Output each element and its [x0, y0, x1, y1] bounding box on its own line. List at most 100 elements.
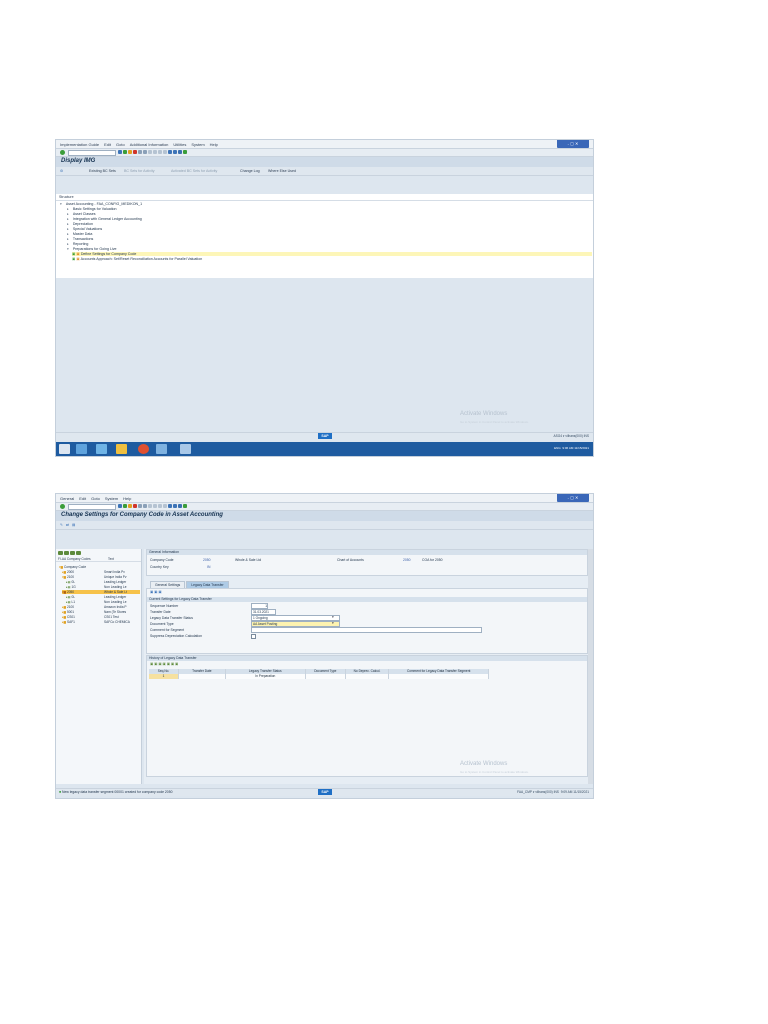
cancel-icon[interactable] — [133, 150, 137, 154]
nav-row[interactable]: ▸▦ L1 — [66, 600, 75, 604]
print-alv-icon[interactable]: ▣ — [163, 662, 166, 666]
prev-page-icon[interactable] — [153, 504, 157, 508]
details-entry-icon[interactable]: ▣ — [158, 590, 161, 594]
start-icon[interactable] — [59, 444, 70, 454]
tree-node[interactable]: ▣ ▣ Accounts Approach: Set/Reset Reconci… — [72, 257, 202, 261]
menu-item-implementation-guide[interactable]: Implementation Guide — [60, 142, 99, 147]
vertical-scrollbar[interactable] — [588, 549, 593, 784]
menu-item-edit[interactable]: Edit — [104, 142, 111, 147]
explorer-icon[interactable] — [116, 444, 127, 454]
details-icon[interactable]: ▤ — [72, 523, 75, 527]
tree-node[interactable]: ▸ Depreciation — [67, 222, 93, 226]
help-icon[interactable] — [178, 150, 182, 154]
nav-row[interactable]: ▸▦ 0L — [66, 580, 75, 584]
customize-icon[interactable] — [183, 504, 187, 508]
new-entry-icon[interactable]: ▣ — [150, 590, 153, 594]
window-controls[interactable]: - ▢ ✕ — [557, 494, 589, 502]
filter-icon[interactable]: ▣ — [154, 662, 157, 666]
print-icon[interactable] — [138, 150, 142, 154]
menu-item-help[interactable]: Help — [210, 142, 218, 147]
prev-page-icon[interactable] — [153, 150, 157, 154]
menu-item-goto[interactable]: Goto — [116, 142, 125, 147]
menu-item-goto[interactable]: Goto — [91, 496, 100, 501]
save-icon[interactable] — [118, 504, 122, 508]
execute-icon[interactable]: ▣ — [72, 252, 75, 256]
comment-segment-field[interactable] — [251, 627, 482, 633]
window-controls[interactable]: - ▢ ✕ — [557, 140, 589, 148]
help-icon[interactable] — [178, 504, 182, 508]
expand-icon[interactable] — [58, 551, 63, 555]
print-icon[interactable] — [138, 504, 142, 508]
sum-icon[interactable]: ▣ — [158, 662, 161, 666]
tree-node[interactable]: ▾ Preparations for Going Live — [67, 247, 117, 251]
nav-row-selected[interactable]: ▾▆ 2050 — [62, 590, 140, 594]
last-page-icon[interactable] — [163, 150, 167, 154]
last-page-icon[interactable] — [163, 504, 167, 508]
powershell-icon[interactable] — [96, 444, 107, 454]
nav-row[interactable]: ▾▆ 2100 — [62, 575, 74, 579]
tree-node[interactable]: ▸ Basic Settings for Valuation — [67, 207, 117, 211]
find-icon[interactable] — [143, 504, 147, 508]
edit-entry-icon[interactable]: ▣ — [154, 590, 157, 594]
next-page-icon[interactable] — [158, 150, 162, 154]
first-page-icon[interactable] — [148, 150, 152, 154]
tree-node[interactable]: ▸ Reporting — [67, 242, 88, 246]
find-icon[interactable] — [143, 150, 147, 154]
tree-node[interactable]: ▸ Integration with General Ledger Accoun… — [67, 217, 142, 221]
shortcut-icon[interactable] — [173, 504, 177, 508]
sap-logon-icon[interactable] — [156, 444, 167, 454]
tree-node[interactable]: ▸ Transactions — [67, 237, 93, 241]
find-nav-icon[interactable] — [70, 551, 75, 555]
menu-item-utilities[interactable]: Utilities — [173, 142, 186, 147]
display-change-icon[interactable]: ⇄ — [66, 523, 69, 527]
details-alv-icon[interactable]: ▣ — [150, 662, 153, 666]
new-session-icon[interactable] — [168, 150, 172, 154]
command-field[interactable] — [68, 150, 116, 156]
layout-icon[interactable]: ▣ — [171, 662, 174, 666]
nav-row[interactable]: ▸▦ 0L — [66, 595, 75, 599]
nav-row[interactable]: ▸▆ SAF1 — [62, 620, 75, 624]
settings-nav-icon[interactable] — [76, 551, 81, 555]
nav-row[interactable]: ▸▆ CS01 — [62, 615, 75, 619]
save-icon[interactable] — [118, 150, 122, 154]
new-session-icon[interactable] — [168, 504, 172, 508]
menu-item-help[interactable]: Help — [123, 496, 131, 501]
customize-icon[interactable] — [183, 150, 187, 154]
tree-node-selected[interactable]: ▣ ▣ Define Settings for Company Code — [72, 252, 592, 256]
bc-sets-activity-button[interactable]: BC Sets for Activity — [124, 169, 155, 173]
back-icon[interactable] — [123, 150, 127, 154]
menu-item-system[interactable]: System — [191, 142, 204, 147]
graphic-icon[interactable]: ▣ — [175, 662, 178, 666]
nav-row[interactable]: ▸▦ 1G — [66, 585, 76, 589]
tree-node[interactable]: ▸ Asset Classes — [67, 212, 96, 216]
bc-sets-icon[interactable]: ⚙ — [60, 169, 63, 173]
menu-item-general[interactable]: General — [60, 496, 74, 501]
suppress-depreciation-checkbox[interactable] — [251, 634, 256, 639]
cancel-icon[interactable] — [133, 504, 137, 508]
nav-root[interactable]: ▾▆ Company Code — [59, 565, 86, 569]
collapse-icon[interactable] — [64, 551, 69, 555]
nav-row[interactable]: ▸▆ 2000 — [62, 570, 74, 574]
menu-item-additional-info[interactable]: Additional Information — [130, 142, 169, 147]
command-field[interactable] — [68, 504, 116, 510]
back-icon[interactable] — [123, 504, 127, 508]
enter-icon[interactable] — [60, 150, 65, 155]
server-manager-icon[interactable] — [76, 444, 87, 454]
tree-node-root[interactable]: ▾ Asset Accounting - FAA_CONFIG_MEDIKON_… — [60, 202, 142, 206]
tree-node[interactable]: ▸ Master Data — [67, 232, 92, 236]
sap-gui-icon[interactable] — [180, 444, 191, 454]
nav-row[interactable]: ▸▆ 5001 — [62, 610, 74, 614]
first-page-icon[interactable] — [148, 504, 152, 508]
menu-item-system[interactable]: System — [105, 496, 118, 501]
activated-bc-sets-button[interactable]: Activated BC Sets for Activity — [171, 169, 217, 173]
table-row[interactable]: 1 In Preparation — [149, 674, 490, 679]
exit-icon[interactable] — [128, 504, 132, 508]
shortcut-icon[interactable] — [173, 150, 177, 154]
edit-icon[interactable]: ✎ — [60, 523, 63, 527]
export-icon[interactable]: ▣ — [167, 662, 170, 666]
enter-icon[interactable] — [60, 504, 65, 509]
documentation-icon[interactable]: ▣ — [76, 252, 79, 256]
existing-bc-sets-button[interactable]: Existing BC Sets — [89, 169, 116, 173]
chevron-down-icon[interactable]: ▾ — [332, 621, 334, 625]
next-page-icon[interactable] — [158, 504, 162, 508]
